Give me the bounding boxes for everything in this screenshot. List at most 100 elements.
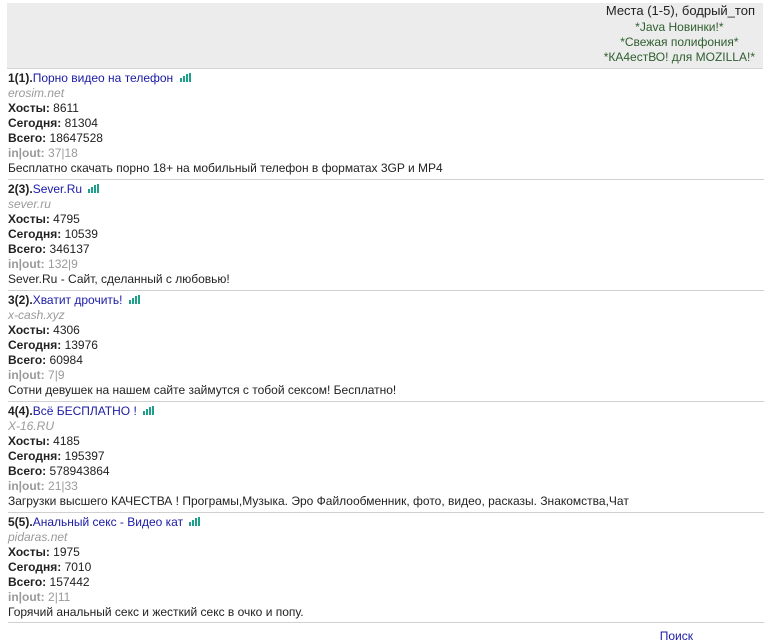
entry-rank: 2(3). bbox=[8, 182, 33, 196]
bar-chart-icon[interactable] bbox=[88, 184, 100, 193]
entry-rank: 5(5). bbox=[8, 515, 33, 529]
hosts-label: Хосты: bbox=[8, 545, 50, 559]
list-item: 5(5).Анальный секс - Видео кат pidaras.n… bbox=[8, 512, 764, 620]
inout-label: in|out: bbox=[8, 479, 45, 493]
entry-domain: erosim.net bbox=[8, 86, 65, 100]
entry-hosts: Хосты: 1975 bbox=[8, 545, 764, 560]
today-label: Сегодня: bbox=[8, 116, 62, 130]
entry-inout: in|out: 132|9 bbox=[8, 257, 764, 272]
header-link-java[interactable]: *Java Новинки!* bbox=[604, 20, 755, 35]
hosts-value: 4306 bbox=[53, 323, 80, 337]
today-value: 7010 bbox=[64, 560, 92, 574]
inout-value: 132|9 bbox=[48, 257, 78, 271]
inout-label: in|out: bbox=[8, 590, 45, 604]
total-label: Всего: bbox=[8, 575, 47, 589]
entry-title-line: 2(3).Sever.Ru bbox=[8, 182, 764, 197]
today-value: 195397 bbox=[64, 449, 105, 463]
entry-rank: 3(2). bbox=[8, 293, 33, 307]
inout-value: 37|18 bbox=[48, 146, 78, 160]
entry-title-line: 3(2).Хватит дрочить! bbox=[8, 293, 764, 308]
entry-description: Сотни девушек на нашем сайте займутся с … bbox=[8, 383, 397, 397]
total-value: 578943864 bbox=[49, 464, 110, 478]
entry-today: Сегодня: 81304 bbox=[8, 116, 764, 131]
rating-list: 1(1).Порно видео на телефон erosim.net Х… bbox=[8, 71, 764, 623]
site-link[interactable]: Анальный секс - Видео кат bbox=[33, 515, 183, 529]
entry-total: Всего: 346137 bbox=[8, 242, 764, 257]
entry-today: Сегодня: 195397 bbox=[8, 449, 764, 464]
today-value: 10539 bbox=[64, 227, 98, 241]
today-value: 13976 bbox=[64, 338, 98, 352]
entry-inout: in|out: 2|11 bbox=[8, 590, 764, 605]
today-label: Сегодня: bbox=[8, 338, 62, 352]
entry-description: Бесплатно скачать порно 18+ на мобильный… bbox=[8, 161, 443, 175]
entry-title-line: 5(5).Анальный секс - Видео кат bbox=[8, 515, 764, 530]
entry-title-line: 1(1).Порно видео на телефон bbox=[8, 71, 764, 86]
bar-chart-icon[interactable] bbox=[189, 517, 201, 526]
entry-total: Всего: 157442 bbox=[8, 575, 764, 590]
entry-domain: pidaras.net bbox=[8, 530, 68, 544]
total-label: Всего: bbox=[8, 464, 47, 478]
header-links: *Java Новинки!* *Свежая полифония* *КА4е… bbox=[604, 20, 755, 65]
entry-hosts: Хосты: 4185 bbox=[8, 434, 764, 449]
hosts-value: 8611 bbox=[53, 101, 79, 115]
inout-value: 2|11 bbox=[48, 590, 71, 604]
site-link[interactable]: Всё БЕСПЛАТНО ! bbox=[33, 404, 137, 418]
header-link-polyphony[interactable]: *Свежая полифония* bbox=[604, 35, 755, 50]
inout-label: in|out: bbox=[8, 146, 45, 160]
entry-title-line: 4(4).Всё БЕСПЛАТНО ! bbox=[8, 404, 764, 419]
list-item: 3(2).Хватит дрочить! x-cash.xyz Хосты: 4… bbox=[8, 290, 764, 398]
page-title: Места (1-5), бодрый_топ bbox=[605, 3, 755, 18]
list-item: 1(1).Порно видео на телефон erosim.net Х… bbox=[8, 71, 764, 176]
top-header: Места (1-5), бодрый_топ *Java Новинки!* … bbox=[7, 3, 763, 69]
site-link[interactable]: Хватит дрочить! bbox=[33, 293, 123, 307]
hosts-label: Хосты: bbox=[8, 212, 50, 226]
inout-value: 21|33 bbox=[48, 479, 78, 493]
today-label: Сегодня: bbox=[8, 560, 62, 574]
total-label: Всего: bbox=[8, 242, 47, 256]
entry-hosts: Хосты: 4795 bbox=[8, 212, 764, 227]
hosts-value: 4185 bbox=[53, 434, 80, 448]
entry-total: Всего: 60984 bbox=[8, 353, 764, 368]
bar-chart-icon[interactable] bbox=[179, 73, 191, 82]
bar-chart-icon[interactable] bbox=[143, 406, 155, 415]
hosts-label: Хосты: bbox=[8, 434, 50, 448]
entry-total: Всего: 18647528 bbox=[8, 131, 764, 146]
site-link[interactable]: Sever.Ru bbox=[33, 182, 82, 196]
entry-domain: X-16.RU bbox=[8, 419, 55, 433]
entry-total: Всего: 578943864 bbox=[8, 464, 764, 479]
list-item: 2(3).Sever.Ru sever.ru Хосты: 4795 Сегод… bbox=[8, 179, 764, 287]
entry-today: Сегодня: 7010 bbox=[8, 560, 764, 575]
entry-description: Горячий анальный секс и жесткий секс в о… bbox=[8, 605, 304, 619]
entry-hosts: Хосты: 4306 bbox=[8, 323, 764, 338]
total-label: Всего: bbox=[8, 131, 47, 145]
entry-description: Загрузки высшего КАЧЕСТВА ! Програмы,Муз… bbox=[8, 494, 629, 508]
entry-rank: 1(1). bbox=[8, 71, 33, 85]
entry-inout: in|out: 7|9 bbox=[8, 368, 764, 383]
inout-label: in|out: bbox=[8, 368, 45, 382]
bar-chart-icon[interactable] bbox=[128, 295, 140, 304]
total-value: 18647528 bbox=[49, 131, 103, 145]
entry-description: Sever.Ru - Сайт, сделанный с любовью! bbox=[8, 272, 230, 286]
entry-today: Сегодня: 10539 bbox=[8, 227, 764, 242]
entry-inout: in|out: 21|33 bbox=[8, 479, 764, 494]
entry-domain: sever.ru bbox=[8, 197, 51, 211]
search-link[interactable]: Поиск bbox=[660, 629, 693, 643]
total-value: 157442 bbox=[49, 575, 90, 589]
list-item: 4(4).Всё БЕСПЛАТНО ! X-16.RU Хосты: 4185… bbox=[8, 401, 764, 509]
hosts-value: 1975 bbox=[53, 545, 80, 559]
hosts-label: Хосты: bbox=[8, 323, 50, 337]
footer-divider bbox=[8, 622, 764, 623]
site-link[interactable]: Порно видео на телефон bbox=[33, 71, 174, 85]
today-label: Сегодня: bbox=[8, 227, 62, 241]
inout-value: 7|9 bbox=[48, 368, 65, 382]
entry-hosts: Хосты: 8611 bbox=[8, 101, 764, 116]
entry-inout: in|out: 37|18 bbox=[8, 146, 764, 161]
today-label: Сегодня: bbox=[8, 449, 62, 463]
entry-today: Сегодня: 13976 bbox=[8, 338, 764, 353]
entry-domain: x-cash.xyz bbox=[8, 308, 65, 322]
today-value: 81304 bbox=[64, 116, 98, 130]
header-link-mozilla[interactable]: *КА4естВО! для MOZILLA!* bbox=[604, 50, 755, 65]
total-label: Всего: bbox=[8, 353, 47, 367]
total-value: 60984 bbox=[49, 353, 83, 367]
hosts-label: Хосты: bbox=[8, 101, 50, 115]
